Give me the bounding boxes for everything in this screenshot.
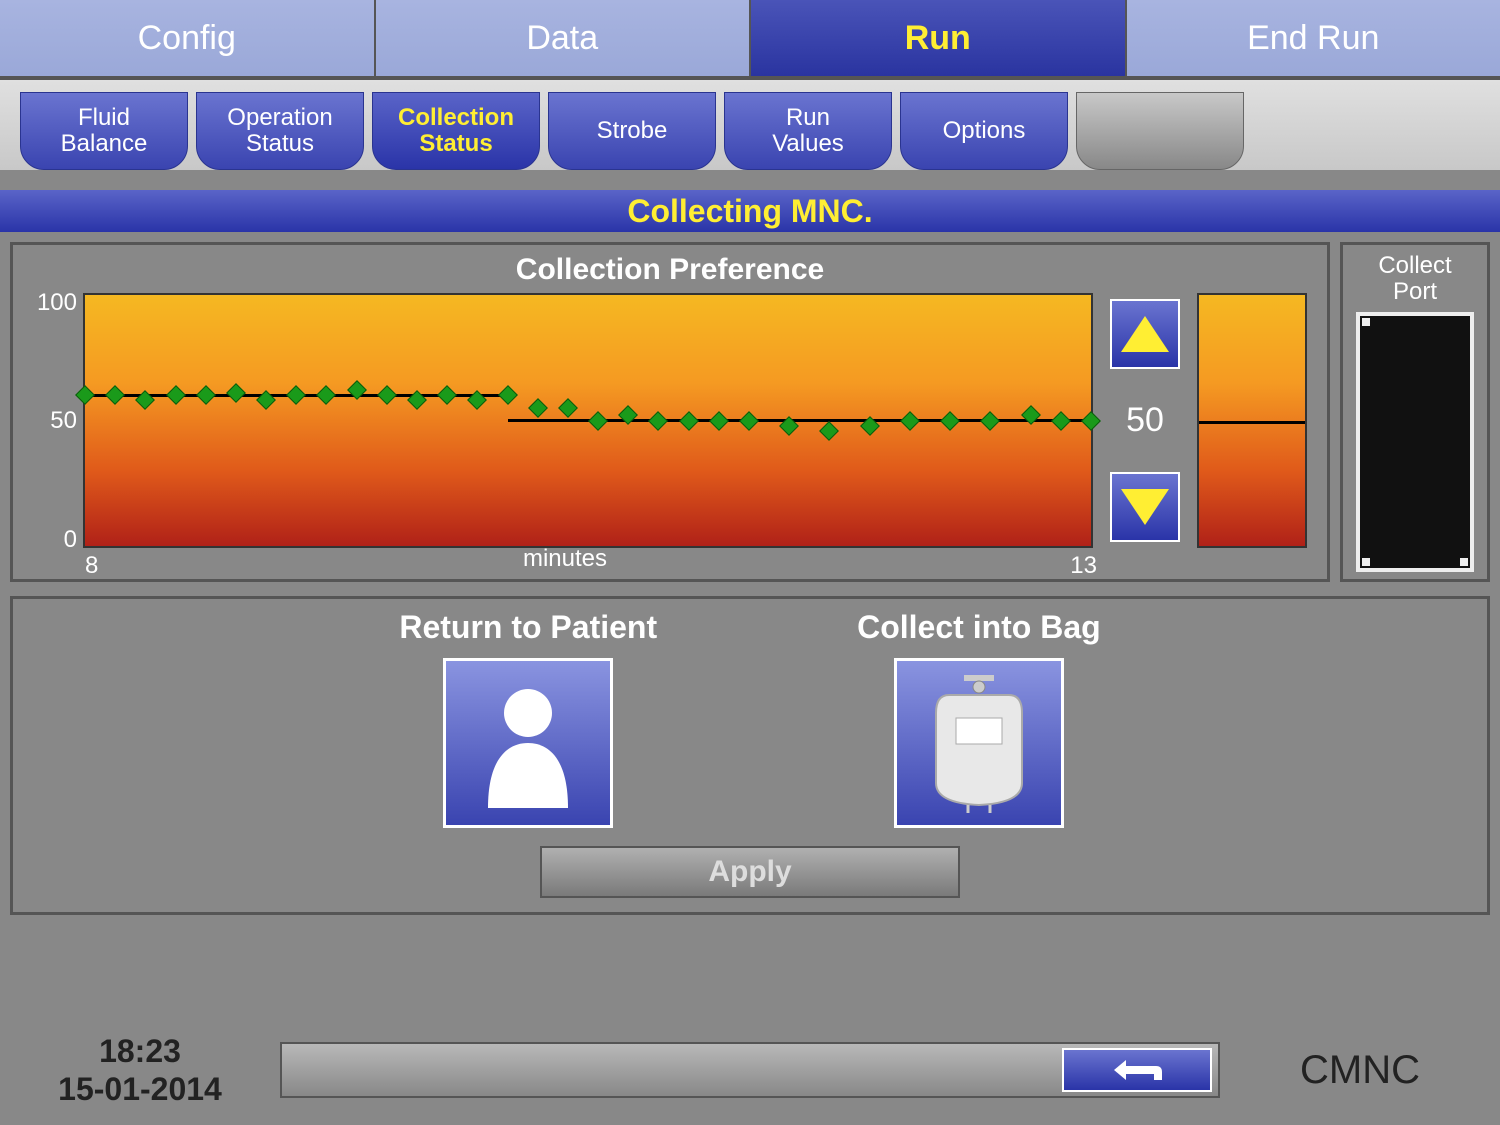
subtab-blank <box>1076 92 1244 170</box>
status-bar: Collecting MNC. <box>0 190 1500 232</box>
chart-plot <box>83 293 1093 548</box>
subtab-collection-status[interactable]: Collection Status <box>372 92 540 170</box>
y-tick-50: 50 <box>33 407 77 435</box>
decrease-button[interactable] <box>1110 472 1180 542</box>
collect-into-bag-label: Collect into Bag <box>857 609 1101 646</box>
collect-into-bag-button[interactable] <box>894 658 1064 828</box>
collection-pref-value: 50 <box>1126 401 1164 440</box>
subtab-fluid-balance[interactable]: Fluid Balance <box>20 92 188 170</box>
return-to-patient-label: Return to Patient <box>399 609 657 646</box>
collect-port-panel: Collect Port <box>1340 242 1490 582</box>
apply-button[interactable]: Apply <box>540 846 960 898</box>
footer-date: 15-01-2014 <box>30 1070 250 1108</box>
tab-run[interactable]: Run <box>751 0 1127 76</box>
chart-title: Collection Preference <box>33 253 1307 287</box>
collect-port-title: Collect Port <box>1351 253 1479 306</box>
increase-button[interactable] <box>1110 299 1180 369</box>
footer-time: 18:23 <box>30 1032 250 1070</box>
x-axis-label: minutes <box>13 545 1117 573</box>
footer-bar <box>280 1042 1220 1098</box>
action-panel: Return to Patient Collect into Bag <box>10 596 1490 915</box>
chart-mini-plot <box>1197 293 1307 548</box>
bag-icon <box>924 673 1034 813</box>
y-tick-100: 100 <box>33 289 77 317</box>
footer-datetime: 18:23 15-01-2014 <box>30 1032 250 1109</box>
patient-icon <box>473 678 583 808</box>
subtab-operation-status[interactable]: Operation Status <box>196 92 364 170</box>
tab-data[interactable]: Data <box>376 0 752 76</box>
arrow-up-icon <box>1121 316 1169 352</box>
subtab-run-values[interactable]: Run Values <box>724 92 892 170</box>
subtab-strobe[interactable]: Strobe <box>548 92 716 170</box>
return-to-patient-button[interactable] <box>443 658 613 828</box>
footer-mode: CMNC <box>1250 1048 1470 1093</box>
back-button[interactable] <box>1062 1048 1212 1092</box>
back-arrow-icon <box>1102 1055 1172 1085</box>
subtab-options[interactable]: Options <box>900 92 1068 170</box>
tab-end-run[interactable]: End Run <box>1127 0 1500 76</box>
collect-port-image <box>1356 312 1474 572</box>
tab-config[interactable]: Config <box>0 0 376 76</box>
arrow-down-icon <box>1121 489 1169 525</box>
chart-panel: Collection Preference 100 50 0 50 <box>10 242 1330 582</box>
y-axis: 100 50 0 <box>33 293 83 548</box>
